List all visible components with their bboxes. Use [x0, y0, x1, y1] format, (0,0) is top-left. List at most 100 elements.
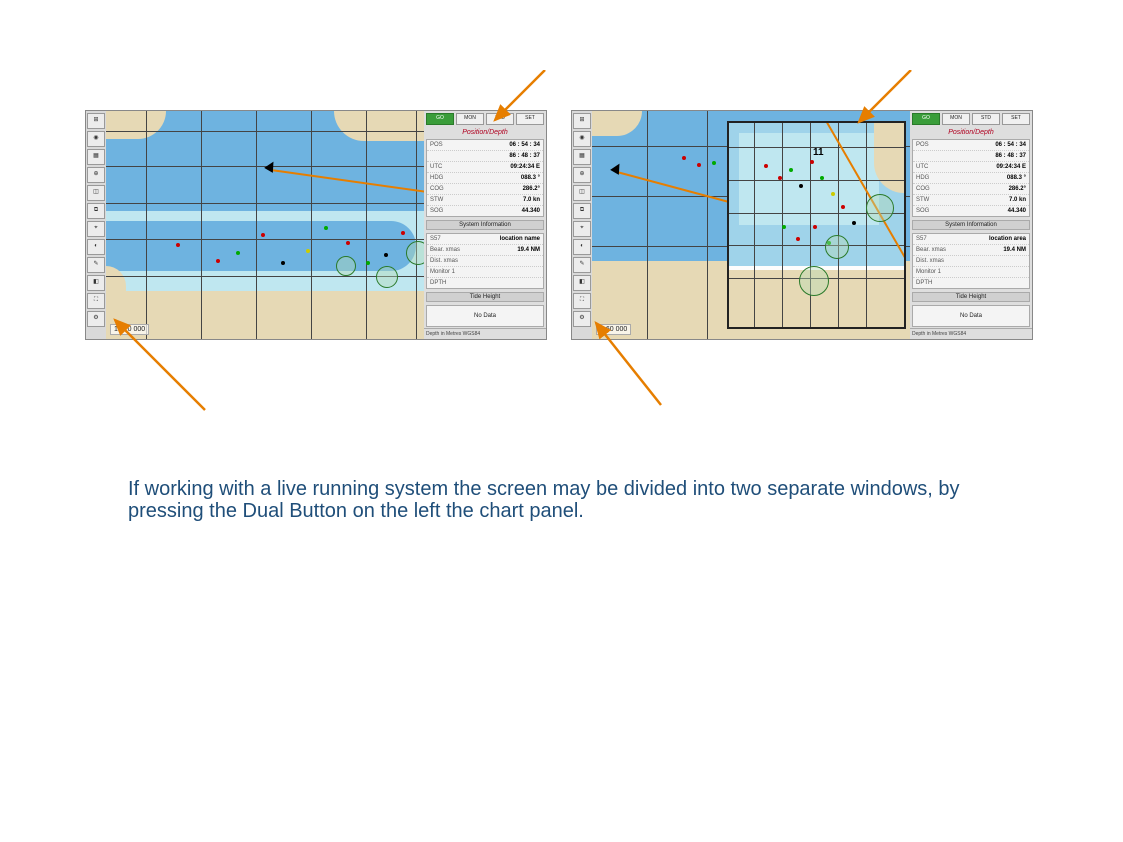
- info-panel: GO MON STD SET Position/Depth POS 06 : 54…: [424, 111, 546, 339]
- kv-label: S57: [430, 234, 441, 244]
- panel-button[interactable]: MON: [456, 113, 484, 125]
- panel-title: Position/Depth: [910, 127, 1032, 138]
- kv-value: 86 : 48 : 37: [509, 151, 540, 161]
- toolbar-button[interactable]: ◐: [573, 239, 591, 255]
- toolbar-button[interactable]: ⛶: [87, 293, 105, 309]
- kv-label: UTC: [430, 162, 442, 172]
- kv-value: 19.4 NM: [517, 245, 540, 255]
- kv-value: 088.3 °: [1007, 173, 1026, 183]
- kv-label: S57: [916, 234, 927, 244]
- toolbar-button[interactable]: ⚙: [87, 311, 105, 327]
- kv-label: POS: [916, 140, 929, 150]
- left-toolbar: ⊞ ◉ ▦ ⊕ ◫ ⧉ ⌖ ◐ ✎ ◧ ⛶ ⚙: [572, 111, 592, 339]
- kv-value: 09:24:34 E: [510, 162, 540, 172]
- sysinfo-header: System Information: [426, 220, 544, 230]
- dual-button[interactable]: ◧: [573, 275, 591, 291]
- panel-footer: Depth in Metres WGS84: [424, 328, 546, 339]
- kv-label: Dist. xmas: [916, 256, 944, 266]
- toolbar-button[interactable]: ✎: [87, 257, 105, 273]
- toolbar-button[interactable]: ⌖: [573, 221, 591, 237]
- toolbar-button[interactable]: ◉: [573, 131, 591, 147]
- kv-value: 088.3 °: [521, 173, 540, 183]
- left-toolbar: ⊞ ◉ ▦ ⊕ ◫ ⧉ ⌖ ◐ ✎ ◧ ⛶ ⚙: [86, 111, 106, 339]
- toolbar-button[interactable]: ◫: [87, 185, 105, 201]
- toolbar-button[interactable]: ⊞: [573, 113, 591, 129]
- kv-value: 06 : 54 : 34: [509, 140, 540, 150]
- kv-value: 19.4 NM: [1003, 245, 1026, 255]
- toolbar-button[interactable]: ⚙: [573, 311, 591, 327]
- go-button[interactable]: GO: [912, 113, 940, 125]
- toolbar-button[interactable]: ◫: [573, 185, 591, 201]
- kv-value: 86 : 48 : 37: [995, 151, 1026, 161]
- kv-label: Dist. xmas: [430, 256, 458, 266]
- dual-button[interactable]: ◧: [87, 275, 105, 291]
- kv-value: 286.2°: [523, 184, 540, 194]
- panel-button[interactable]: SET: [1002, 113, 1030, 125]
- toolbar-button[interactable]: ⛶: [573, 293, 591, 309]
- kv-value: 286.2°: [1009, 184, 1026, 194]
- toolbar-button[interactable]: ⊕: [87, 167, 105, 183]
- figure-single-view: ⊞ ◉ ▦ ⊕ ◫ ⧉ ⌖ ◐ ✎ ◧ ⛶ ⚙: [85, 110, 547, 340]
- kv-label: COG: [916, 184, 930, 194]
- info-panel: GO MON STD SET Position/Depth POS 06 : 54…: [910, 111, 1032, 339]
- toolbar-button[interactable]: ⧉: [87, 203, 105, 219]
- tide-header: Tide Height: [426, 292, 544, 302]
- kv-label: STW: [430, 195, 443, 205]
- kv-value: location area: [989, 234, 1026, 244]
- caption-text: If working with a live running system th…: [128, 478, 998, 522]
- kv-value: location name: [500, 234, 540, 244]
- panel-button[interactable]: MON: [942, 113, 970, 125]
- panel-button[interactable]: SET: [516, 113, 544, 125]
- kv-label: POS: [430, 140, 443, 150]
- kv-label: SOG: [916, 206, 929, 216]
- kv-label: SOG: [430, 206, 443, 216]
- chart-map[interactable]: 1:420 000: [106, 111, 424, 339]
- kv-value: 7.0 kn: [523, 195, 540, 205]
- kv-value: 44.340: [522, 206, 540, 216]
- panel-button[interactable]: STD: [486, 113, 514, 125]
- kv-label: DPTH: [430, 278, 446, 288]
- panel-title: Position/Depth: [424, 127, 546, 138]
- toolbar-button[interactable]: ⧉: [573, 203, 591, 219]
- kv-value: 44.340: [1008, 206, 1026, 216]
- position-section: POS06 : 54 : 34 86 : 48 : 37 UTC09:24:34…: [912, 139, 1030, 217]
- chart-scale: 1:60 000: [596, 324, 631, 335]
- kv-label: HDG: [916, 173, 929, 183]
- go-button[interactable]: GO: [426, 113, 454, 125]
- no-data-label: No Data: [960, 313, 982, 319]
- tide-section: No Data: [426, 305, 544, 327]
- chart-map[interactable]: 11 1:60 000: [592, 111, 910, 339]
- panel-button[interactable]: STD: [972, 113, 1000, 125]
- kv-label: Monitor 1: [916, 267, 941, 277]
- chart-application: ⊞ ◉ ▦ ⊕ ◫ ⧉ ⌖ ◐ ✎ ◧ ⛶ ⚙: [571, 110, 1033, 340]
- chart-scale: 1:420 000: [110, 324, 149, 335]
- kv-label: Bear. xmas: [430, 245, 460, 255]
- waypoint-number: 11: [813, 147, 824, 158]
- kv-label: DPTH: [916, 278, 932, 288]
- toolbar-button[interactable]: ◉: [87, 131, 105, 147]
- sysinfo-header: System Information: [912, 220, 1030, 230]
- toolbar-button[interactable]: ▦: [573, 149, 591, 165]
- panel-footer: Depth in Metres WGS84: [910, 328, 1032, 339]
- figure-dual-view: ⊞ ◉ ▦ ⊕ ◫ ⧉ ⌖ ◐ ✎ ◧ ⛶ ⚙: [571, 110, 1033, 340]
- toolbar-button[interactable]: ⌖: [87, 221, 105, 237]
- no-data-label: No Data: [474, 313, 496, 319]
- kv-label: STW: [916, 195, 929, 205]
- secondary-chart-window[interactable]: 11: [727, 121, 906, 329]
- toolbar-button[interactable]: ▦: [87, 149, 105, 165]
- kv-value: 06 : 54 : 34: [995, 140, 1026, 150]
- kv-value: 7.0 kn: [1009, 195, 1026, 205]
- toolbar-button[interactable]: ⊕: [573, 167, 591, 183]
- kv-value: 09:24:34 E: [996, 162, 1026, 172]
- chart-application: ⊞ ◉ ▦ ⊕ ◫ ⧉ ⌖ ◐ ✎ ◧ ⛶ ⚙: [85, 110, 547, 340]
- position-section: POS 06 : 54 : 34 86 : 48 : 37 UTC 09:24:34…: [426, 139, 544, 217]
- toolbar-button[interactable]: ✎: [573, 257, 591, 273]
- toolbar-button[interactable]: ⊞: [87, 113, 105, 129]
- toolbar-button[interactable]: ◐: [87, 239, 105, 255]
- sysinfo-section: S57 location name Bear. xmas 19.4 NM Dist.…: [426, 233, 544, 289]
- kv-label: Monitor 1: [430, 267, 455, 277]
- sysinfo-section: S57 location area Bear. xmas 19.4 NM Dist.…: [912, 233, 1030, 289]
- kv-label: COG: [430, 184, 444, 194]
- kv-label: Bear. xmas: [916, 245, 946, 255]
- tide-header: Tide Height: [912, 292, 1030, 302]
